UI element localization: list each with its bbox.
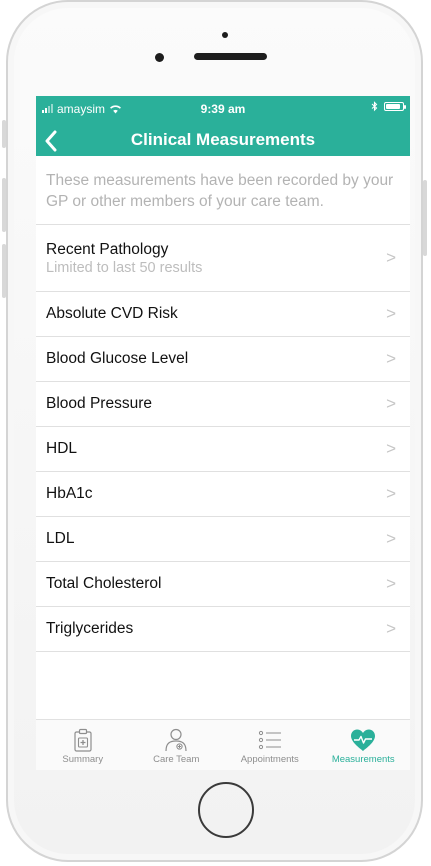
tab-label: Appointments	[240, 754, 299, 765]
list-item-ldl[interactable]: LDL >	[36, 517, 410, 562]
home-button[interactable]	[198, 782, 254, 838]
list-item-label: Triglycerides	[46, 620, 134, 637]
tab-measurements[interactable]: Measurements	[317, 720, 411, 770]
battery-icon	[384, 102, 406, 111]
intro-text: These measurements have been recorded by…	[36, 156, 410, 225]
list-item-recent-pathology[interactable]: Recent Pathology Limited to last 50 resu…	[36, 225, 410, 292]
heart-pulse-icon	[349, 727, 377, 753]
chevron-right-icon: >	[386, 394, 396, 413]
front-camera	[155, 53, 164, 62]
tab-label: Measurements	[331, 754, 395, 765]
tab-appointments[interactable]: Appointments	[223, 720, 317, 770]
list-item-hdl[interactable]: HDL >	[36, 427, 410, 472]
earpiece-speaker	[194, 53, 267, 60]
list-item-label: HDL	[46, 440, 78, 457]
proximity-sensor	[222, 32, 228, 38]
list-item-blood-pressure[interactable]: Blood Pressure >	[36, 382, 410, 427]
list-item-subtitle: Limited to last 50 results	[46, 259, 203, 276]
chevron-right-icon: >	[386, 484, 396, 503]
chevron-right-icon: >	[386, 619, 396, 638]
list-item-hba1c[interactable]: HbA1c >	[36, 472, 410, 517]
list-item-blood-glucose-level[interactable]: Blood Glucose Level >	[36, 337, 410, 382]
tab-bar: Summary Care Team Appointments Measureme…	[36, 719, 410, 770]
list-item-label: Blood Pressure	[46, 395, 152, 412]
status-bar: amaysim 9:39 am	[36, 96, 410, 122]
list-item-total-cholesterol[interactable]: Total Cholesterol >	[36, 562, 410, 607]
volume-down-button	[2, 244, 6, 298]
chevron-right-icon: >	[386, 439, 396, 458]
list-item-label: Blood Glucose Level	[46, 350, 189, 367]
chevron-right-icon: >	[386, 529, 396, 548]
tab-care-team[interactable]: Care Team	[130, 720, 224, 770]
tab-summary[interactable]: Summary	[36, 720, 130, 770]
doctor-icon	[162, 727, 190, 753]
tab-label: Summary	[62, 754, 104, 765]
navigation-bar: Clinical Measurements	[36, 122, 410, 156]
chevron-right-icon: >	[386, 248, 396, 267]
battery-level	[386, 104, 401, 109]
chevron-right-icon: >	[386, 574, 396, 593]
mute-switch	[2, 120, 6, 148]
tab-label: Care Team	[153, 754, 200, 765]
power-button	[423, 180, 427, 256]
list-item-label: LDL	[46, 530, 75, 547]
chevron-right-icon: >	[386, 304, 396, 323]
list-item-label: HbA1c	[46, 485, 93, 502]
chevron-right-icon: >	[386, 349, 396, 368]
app-screen: amaysim 9:39 am Clinical Measurements Th…	[36, 96, 410, 770]
page-title: Clinical Measurements	[130, 130, 316, 149]
list-item-triglycerides[interactable]: Triglycerides >	[36, 607, 410, 652]
list-item-label: Recent Pathology	[46, 240, 169, 258]
list-item-absolute-cvd-risk[interactable]: Absolute CVD Risk >	[36, 292, 410, 337]
list-item-label: Total Cholesterol	[46, 575, 162, 592]
clipboard-icon	[69, 727, 97, 753]
bluetooth-icon	[371, 101, 378, 112]
list-icon	[256, 727, 284, 753]
status-time: 9:39 am	[200, 102, 246, 116]
list-item-label: Absolute CVD Risk	[46, 305, 178, 322]
volume-up-button	[2, 178, 6, 232]
measurement-list: Recent Pathology Limited to last 50 resu…	[36, 225, 410, 652]
